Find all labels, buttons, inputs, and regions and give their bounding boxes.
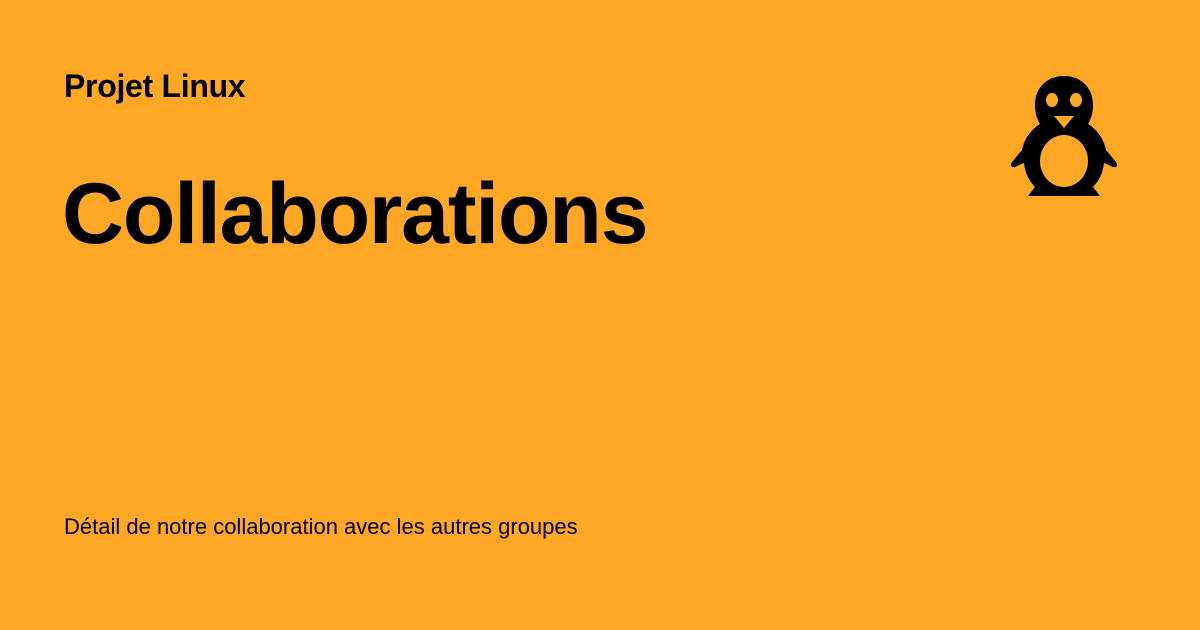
social-card: Projet Linux Collaborations Détail de no… [0,0,1200,630]
page-description: Détail de notre collaboration avec les a… [64,514,578,539]
site-name: Projet Linux [64,68,246,104]
tux-penguin-icon [1011,76,1117,196]
page-title: Collaborations [62,166,648,262]
